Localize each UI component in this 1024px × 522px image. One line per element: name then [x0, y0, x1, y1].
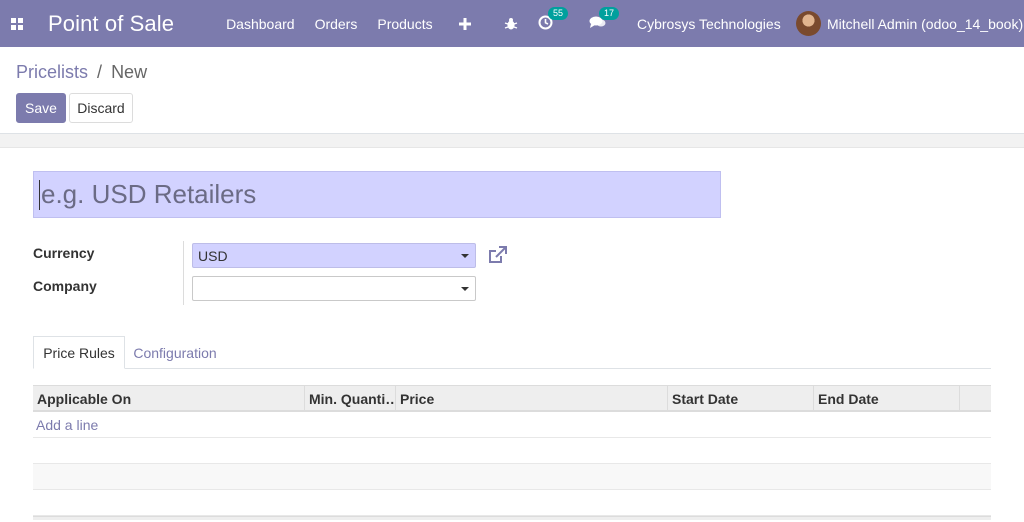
field-divider	[183, 241, 184, 305]
tab-price-rules[interactable]: Price Rules	[33, 336, 125, 369]
table-row: Add a line	[33, 412, 991, 438]
breadcrumb: Pricelists / New	[16, 62, 147, 83]
form-background-band	[0, 134, 1024, 148]
table-row	[33, 490, 991, 516]
column-min-quantity[interactable]: Min. Quanti…	[305, 386, 396, 411]
column-start-date[interactable]: Start Date	[668, 386, 814, 411]
table-row	[33, 438, 991, 464]
messages-badge: 17	[599, 7, 620, 20]
form-sheet: e.g. USD Retailers Currency Company USD …	[0, 148, 1024, 522]
app-title[interactable]: Point of Sale	[48, 11, 174, 37]
activity-button[interactable]: 55	[538, 6, 569, 33]
column-applicable-on[interactable]: Applicable On	[33, 386, 305, 411]
external-link-icon[interactable]	[487, 245, 508, 265]
discard-button[interactable]: Discard	[69, 93, 133, 123]
user-menu[interactable]: Mitchell Admin (odoo_14_book)	[796, 11, 1023, 36]
user-name: Mitchell Admin (odoo_14_book)	[827, 15, 1024, 32]
company-label: Company	[33, 278, 97, 294]
breadcrumb-separator: /	[97, 62, 103, 82]
top-navbar: Point of Sale Dashboard Orders Products	[0, 0, 1024, 47]
breadcrumb-current: New	[111, 62, 148, 82]
currency-value: USD	[198, 247, 228, 264]
breadcrumb-pricelists[interactable]: Pricelists	[16, 62, 88, 82]
column-options	[960, 386, 991, 411]
plus-icon[interactable]	[457, 16, 473, 32]
avatar	[796, 11, 821, 36]
currency-select[interactable]: USD	[192, 243, 476, 268]
company-switcher[interactable]: Cybrosys Technologies	[637, 16, 781, 32]
save-button[interactable]: Save	[16, 93, 66, 123]
price-rules-table: Applicable On Min. Quanti… Price Start D…	[33, 385, 991, 520]
notebook-tabs: Price Rules Configuration	[33, 336, 991, 369]
tab-configuration[interactable]: Configuration	[125, 336, 225, 369]
column-end-date[interactable]: End Date	[814, 386, 960, 411]
main-menu: Dashboard Orders Products	[226, 16, 473, 32]
bug-icon[interactable]	[504, 17, 518, 31]
systray: 55 17	[504, 0, 624, 47]
company-select[interactable]	[192, 276, 476, 301]
apps-grid-icon[interactable]	[0, 0, 34, 47]
chevron-down-icon	[461, 287, 469, 291]
chevron-down-icon	[461, 254, 469, 258]
messages-button[interactable]: 17	[589, 7, 620, 32]
column-price[interactable]: Price	[396, 386, 668, 411]
add-line-link[interactable]: Add a line	[36, 417, 98, 433]
pricelist-name-placeholder: e.g. USD Retailers	[41, 179, 257, 209]
menu-products[interactable]: Products	[377, 16, 432, 32]
activity-badge: 55	[548, 6, 569, 20]
control-panel: Pricelists / New Save Discard	[0, 47, 1024, 134]
menu-dashboard[interactable]: Dashboard	[226, 16, 295, 32]
table-row	[33, 464, 991, 490]
text-caret	[39, 179, 40, 210]
pricelist-name-input[interactable]: e.g. USD Retailers	[33, 171, 721, 218]
menu-orders[interactable]: Orders	[315, 16, 358, 32]
currency-label: Currency	[33, 245, 95, 261]
table-footer	[33, 516, 991, 520]
table-header: Applicable On Min. Quanti… Price Start D…	[33, 385, 991, 412]
